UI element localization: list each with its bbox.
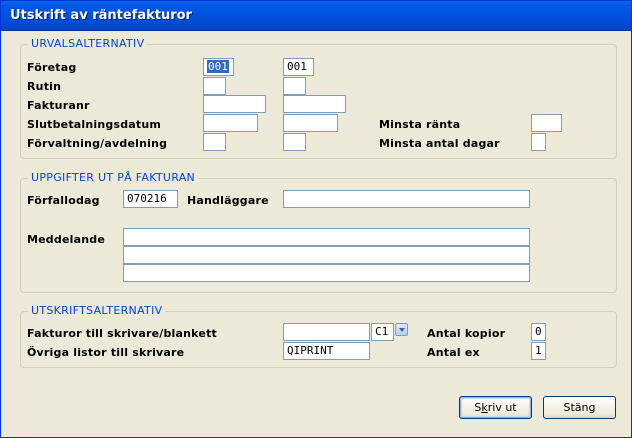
meddelande-line-2-field[interactable] bbox=[123, 246, 530, 264]
forvaltning-from-field[interactable] bbox=[203, 133, 226, 151]
rutin-label: Rutin bbox=[27, 80, 62, 93]
uppgifter-legend: UPPGIFTER UT PÅ FAKTURAN bbox=[28, 171, 199, 184]
title-bar[interactable]: Utskrift av räntefakturor bbox=[1, 1, 631, 31]
slutbetalningsdatum-from-field[interactable] bbox=[203, 114, 258, 132]
forvaltning-to-field[interactable] bbox=[283, 133, 306, 151]
dialog-window: Utskrift av räntefakturor URVALSALTERNAT… bbox=[0, 0, 632, 438]
foretag-from-value: 001 bbox=[207, 60, 229, 73]
fakturanr-label: Fakturanr bbox=[27, 99, 90, 112]
rutin-from-field[interactable] bbox=[203, 77, 226, 95]
meddelande-line-1-field[interactable] bbox=[123, 228, 530, 246]
antal-ex-field[interactable]: 1 bbox=[531, 342, 546, 360]
fakturor-skrivare-label: Fakturor till skrivare/blankett bbox=[27, 327, 217, 340]
utskrift-legend: UTSKRIFTSALTERNATIV bbox=[28, 304, 166, 317]
forvaltning-label: Förvaltning/avdelning bbox=[27, 137, 168, 150]
fakturanr-to-field[interactable] bbox=[283, 95, 346, 113]
dialog-client: URVALSALTERNATIV Företag 001 001 Rutin F… bbox=[4, 32, 628, 435]
minsta-antal-dagar-label: Minsta antal dagar bbox=[379, 137, 500, 150]
ovriga-listor-field[interactable]: QIPRINT bbox=[283, 342, 370, 360]
forfallodag-label: Förfallodag bbox=[27, 194, 100, 207]
window-title: Utskrift av räntefakturor bbox=[10, 8, 192, 23]
meddelande-label: Meddelande bbox=[27, 233, 105, 246]
skriv-ut-button[interactable]: Skriv ut bbox=[459, 396, 532, 419]
antal-ex-label: Antal ex bbox=[427, 346, 480, 359]
antal-kopior-label: Antal kopior bbox=[427, 327, 506, 340]
fakturanr-from-field[interactable] bbox=[203, 95, 266, 113]
minsta-ranta-field[interactable] bbox=[531, 114, 562, 132]
fakturor-skrivare-field[interactable] bbox=[283, 323, 370, 341]
rutin-to-field[interactable] bbox=[283, 77, 306, 95]
minsta-antal-dagar-field[interactable] bbox=[531, 133, 546, 151]
ovriga-listor-label: Övriga listor till skrivare bbox=[27, 346, 185, 359]
antal-kopior-field[interactable]: 0 bbox=[531, 323, 546, 341]
stang-button[interactable]: Stäng bbox=[543, 396, 616, 419]
handlaggare-label: Handläggare bbox=[187, 194, 269, 207]
blankett-code-field[interactable]: C1 bbox=[371, 323, 394, 341]
foretag-label: Företag bbox=[27, 61, 77, 74]
forfallodag-field[interactable]: 070216 bbox=[123, 190, 178, 208]
skriv-ut-label-rest: riv ut bbox=[487, 401, 517, 414]
urval-legend: URVALSALTERNATIV bbox=[28, 37, 148, 50]
slutbetalningsdatum-label: Slutbetalningsdatum bbox=[27, 118, 162, 131]
handlaggare-field[interactable] bbox=[283, 190, 530, 208]
meddelande-line-3-field[interactable] bbox=[123, 264, 530, 282]
foretag-from-field[interactable]: 001 bbox=[203, 58, 234, 76]
slutbetalningsdatum-to-field[interactable] bbox=[283, 114, 338, 132]
minsta-ranta-label: Minsta ränta bbox=[379, 118, 461, 131]
foretag-to-field[interactable]: 001 bbox=[283, 58, 314, 76]
blankett-dropdown-icon[interactable] bbox=[395, 323, 408, 336]
